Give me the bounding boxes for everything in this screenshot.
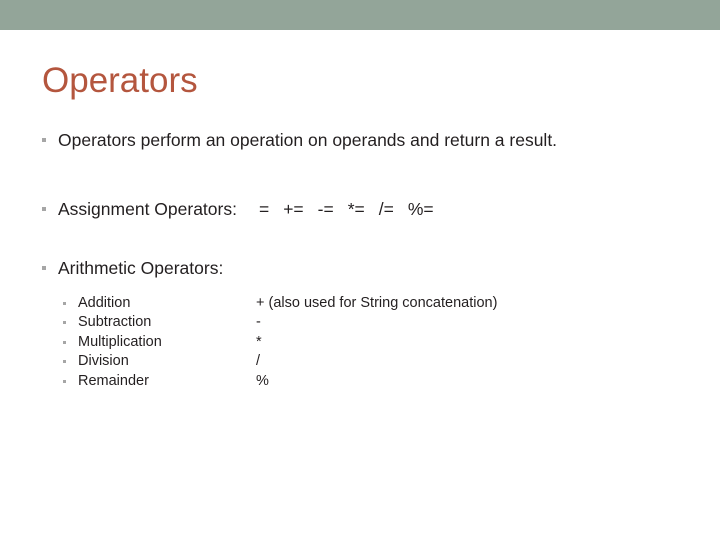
operator-token: =: [258, 199, 270, 219]
bullet-assignment-operators: Assignment Operators: = += -= *= /= %=: [40, 197, 690, 222]
operation-name: Remainder: [78, 372, 149, 389]
operation-name: Addition: [78, 295, 131, 311]
operation-symbol: -: [256, 314, 261, 331]
bullet-marker-icon: [42, 138, 46, 142]
slide: Operators Operators perform an operation…: [0, 0, 720, 540]
arithmetic-operator-list: Addition + (also used for String concaten…: [60, 294, 690, 391]
arithmetic-label: Arithmetic Operators:: [58, 258, 224, 278]
sub-bullet-marker-icon: [63, 321, 66, 325]
operation-name: Multiplication: [78, 333, 162, 350]
operator-token: %=: [407, 199, 434, 219]
operation-name: Subtraction: [78, 314, 152, 331]
bullet-intro: Operators perform an operation on operan…: [40, 128, 690, 153]
assignment-operator-run: = += -= *= /= %=: [259, 197, 434, 222]
list-item: Remainder%: [60, 372, 690, 391]
list-item: Multiplication *: [60, 333, 690, 352]
operation-symbol: + (also used for String concatenation): [256, 295, 498, 311]
bullet-arithmetic-operators: Arithmetic Operators:: [40, 256, 690, 281]
sub-bullet-marker-icon: [63, 340, 66, 344]
operator-token: /=: [378, 199, 394, 219]
sub-bullet-marker-icon: [63, 379, 66, 383]
operation-symbol: %: [256, 372, 269, 389]
operation-symbol: *: [256, 333, 262, 350]
list-item: Addition + (also used for String concaten…: [60, 294, 690, 313]
operation-name: Division: [78, 353, 129, 370]
sub-bullet-marker-icon: [63, 360, 66, 364]
operation-symbol: /: [256, 353, 261, 370]
bullet-intro-text: Operators perform an operation on operan…: [58, 130, 558, 150]
operator-token: -=: [317, 199, 334, 219]
header-band: [0, 0, 720, 30]
sub-bullet-marker-icon: [63, 302, 66, 305]
operator-token: +=: [283, 199, 304, 219]
operator-token: *=: [347, 199, 365, 219]
list-item: Subtraction -: [60, 313, 690, 332]
bullet-marker-icon: [42, 266, 46, 270]
bullet-marker-icon: [42, 207, 46, 211]
list-item: Division /: [60, 352, 690, 371]
page-title: Operators: [42, 61, 198, 100]
assignment-line: Assignment Operators: = += -= *= /= %=: [58, 197, 690, 222]
assignment-label: Assignment Operators:: [58, 199, 237, 219]
slide-body: Operators perform an operation on operan…: [40, 128, 690, 391]
